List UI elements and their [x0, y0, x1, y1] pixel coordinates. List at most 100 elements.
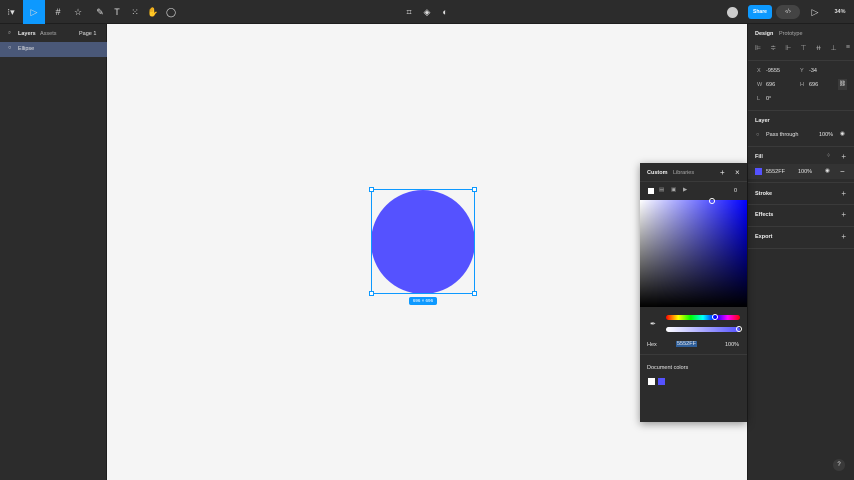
tab-custom[interactable]: Custom: [647, 170, 667, 176]
resize-handle[interactable]: [472, 187, 477, 192]
tab-layers[interactable]: Layers: [18, 31, 36, 37]
align-left-icon[interactable]: ⊫: [755, 44, 761, 52]
figma-logo-icon: ⁝▾: [7, 6, 15, 17]
component-button[interactable]: ◈: [420, 3, 434, 21]
crop-button[interactable]: ⌗: [402, 3, 416, 21]
crop-icon: ⌗: [406, 6, 412, 17]
add-export-icon[interactable]: +: [841, 232, 846, 241]
hand-tool-button[interactable]: ✋: [146, 3, 160, 21]
grid-icon: ⁙: [131, 6, 139, 17]
text-icon: T: [114, 7, 120, 17]
main-menu-button[interactable]: ⁝▾: [2, 3, 20, 21]
y-field[interactable]: -34: [809, 68, 817, 74]
gradient-icon[interactable]: ▤: [659, 187, 664, 193]
tab-assets[interactable]: Assets: [40, 31, 57, 37]
color-format-dropdown[interactable]: Hex: [647, 342, 657, 348]
fill-section-title: Fill: [755, 154, 763, 160]
constrain-proportions-icon[interactable]: ⛓: [838, 79, 847, 90]
eye-icon[interactable]: ◉: [825, 168, 830, 174]
layer-item-ellipse[interactable]: ○ Ellipse: [0, 42, 107, 57]
opacity-input[interactable]: 100%: [725, 342, 739, 348]
dev-mode-toggle[interactable]: ‹/›: [776, 5, 800, 19]
saturation-area[interactable]: [640, 198, 747, 307]
distribute-icon[interactable]: ≡: [846, 44, 850, 52]
stroke-section-title: Stroke: [755, 191, 773, 197]
search-icon[interactable]: ⌕: [8, 30, 11, 37]
mask-button[interactable]: ◐: [438, 3, 452, 21]
picker-count: 0: [734, 188, 738, 194]
shape-tool-button[interactable]: ☆: [68, 3, 88, 21]
tab-libraries[interactable]: Libraries: [673, 170, 694, 176]
zoom-dropdown[interactable]: 34%: [828, 3, 852, 21]
resize-handle[interactable]: [369, 187, 374, 192]
saturation-handle[interactable]: [709, 198, 715, 204]
share-button[interactable]: Share: [748, 5, 772, 19]
add-stroke-icon[interactable]: +: [841, 189, 846, 198]
align-top-icon[interactable]: ⊤: [800, 44, 806, 52]
comment-tool-button[interactable]: ◯: [164, 3, 178, 21]
effects-section-title: Effects: [755, 212, 774, 218]
ellipse-icon: ○: [8, 45, 12, 51]
fill-hex[interactable]: 5552FF: [766, 169, 785, 175]
blend-mode-dropdown[interactable]: Pass through: [766, 132, 798, 138]
tab-prototype[interactable]: Prototype: [779, 31, 803, 37]
comment-icon: ◯: [165, 6, 177, 17]
document-colors-dropdown[interactable]: Document colors: [647, 365, 688, 371]
doc-color-swatch[interactable]: [658, 378, 665, 385]
add-effect-icon[interactable]: +: [841, 210, 846, 219]
y-label: Y: [800, 68, 804, 74]
star-icon: ☆: [73, 6, 83, 17]
pen-tool-button[interactable]: ✎: [90, 3, 110, 21]
frame-icon: #: [55, 7, 61, 17]
image-icon[interactable]: ▣: [671, 187, 676, 193]
avatar[interactable]: [722, 3, 742, 21]
hex-input[interactable]: 5552FF: [676, 341, 697, 347]
eye-icon[interactable]: ◉: [840, 131, 845, 137]
page-selector[interactable]: Page 1: [79, 31, 96, 37]
eyedropper-icon[interactable]: ✒: [650, 320, 656, 328]
move-tool-button[interactable]: ▷: [23, 0, 45, 24]
rotation-field[interactable]: 0°: [766, 96, 771, 102]
hue-handle[interactable]: [712, 314, 718, 320]
height-field[interactable]: 696: [809, 82, 818, 88]
frame-tool-button[interactable]: #: [48, 3, 68, 21]
remove-fill-icon[interactable]: −: [840, 167, 845, 176]
align-right-icon[interactable]: ⊩: [785, 44, 791, 52]
rotation-icon: L: [757, 96, 761, 102]
alpha-handle[interactable]: [736, 326, 742, 332]
fill-opacity[interactable]: 100%: [798, 169, 812, 175]
dimension-label: 696 × 696: [409, 297, 437, 305]
add-fill-icon[interactable]: +: [841, 152, 846, 161]
x-field[interactable]: -9555: [766, 68, 780, 74]
doc-color-swatch[interactable]: [648, 378, 655, 385]
present-button[interactable]: ▷: [808, 3, 822, 21]
fill-row[interactable]: 5552FF 100% ◉ −: [748, 164, 854, 179]
align-middle-icon[interactable]: ⧺: [816, 44, 822, 52]
width-field[interactable]: 696: [766, 82, 775, 88]
contrast-icon: ◐: [442, 7, 448, 17]
text-tool-button[interactable]: T: [110, 3, 124, 21]
color-picker: Custom Libraries + × ▤ ▣ ▶ 0 ✒ Hex 5552F…: [640, 163, 747, 422]
close-icon[interactable]: ×: [735, 168, 740, 177]
blend-icon: ○: [756, 132, 760, 138]
cursor-icon: ▷: [30, 6, 38, 17]
layers-panel: ⌕ Layers Assets Page 1 ○ Ellipse: [0, 24, 107, 480]
help-button[interactable]: ?: [833, 459, 845, 471]
tab-design[interactable]: Design: [755, 31, 773, 37]
alpha-slider[interactable]: [666, 326, 742, 332]
solid-fill-icon[interactable]: [648, 188, 654, 194]
align-center-icon[interactable]: ≑: [770, 44, 776, 52]
styles-icon[interactable]: ⁘: [826, 153, 831, 159]
add-icon[interactable]: +: [720, 168, 725, 177]
align-toolbar: ⊫ ≑ ⊩ ⊤ ⧺ ⊥ ≡: [755, 44, 850, 52]
play-icon: ▷: [811, 6, 819, 17]
resize-handle[interactable]: [472, 291, 477, 296]
align-bottom-icon[interactable]: ⊥: [831, 44, 837, 52]
resize-handle[interactable]: [369, 291, 374, 296]
resources-button[interactable]: ⁙: [128, 3, 142, 21]
layer-opacity-field[interactable]: 100%: [819, 132, 833, 138]
hand-icon: ✋: [147, 6, 159, 17]
hue-slider[interactable]: [666, 314, 740, 320]
video-icon[interactable]: ▶: [683, 187, 687, 193]
fill-swatch[interactable]: [755, 168, 762, 175]
